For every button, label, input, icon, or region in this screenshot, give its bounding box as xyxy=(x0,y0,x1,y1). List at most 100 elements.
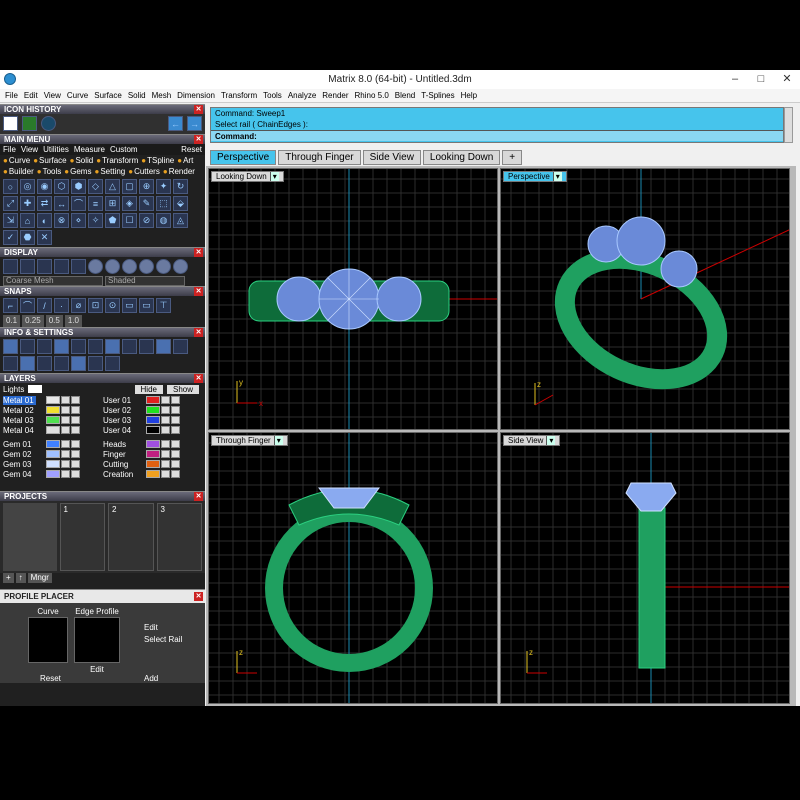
layer-lock-icon[interactable] xyxy=(71,426,80,434)
layer-row[interactable]: Heads xyxy=(100,439,200,449)
project-slot[interactable]: 2 xyxy=(108,503,154,571)
info-icon[interactable] xyxy=(105,339,120,354)
edit-menu-item[interactable]: Edit xyxy=(144,623,200,632)
menu-rhino-5-0[interactable]: Rhino 5.0 xyxy=(355,89,389,102)
chevron-down-icon[interactable]: ▾ xyxy=(546,436,556,445)
tool-icon[interactable]: ⤢ xyxy=(3,196,18,211)
category-render[interactable]: Render xyxy=(163,167,195,176)
show-button[interactable]: Show xyxy=(166,384,199,394)
snap-icon[interactable]: ⌒ xyxy=(20,298,35,313)
category-cutters[interactable]: Cutters xyxy=(128,167,160,176)
layer-row[interactable]: Gem 03 xyxy=(0,459,100,469)
snap-icon[interactable]: ⊡ xyxy=(88,298,103,313)
menu-surface[interactable]: Surface xyxy=(94,89,122,102)
project-scroll[interactable] xyxy=(3,503,57,571)
display-mode-icon[interactable] xyxy=(139,259,154,274)
layer-row[interactable]: Gem 02 xyxy=(0,449,100,459)
menu-tools[interactable]: Tools xyxy=(263,89,282,102)
layer-color-swatch[interactable] xyxy=(46,396,60,404)
info-icon[interactable] xyxy=(139,339,154,354)
green-cube-icon[interactable] xyxy=(22,116,37,131)
layer-color-swatch[interactable] xyxy=(146,396,160,404)
menu-blend[interactable]: Blend xyxy=(395,89,415,102)
add-tab-icon[interactable]: + xyxy=(502,150,523,165)
display-mode-icon[interactable] xyxy=(54,259,69,274)
layer-visible-icon[interactable] xyxy=(61,416,70,424)
tab-side-view[interactable]: Side View xyxy=(362,150,421,165)
layer-color-swatch[interactable] xyxy=(46,426,60,434)
layer-row[interactable]: Metal 04 xyxy=(0,425,100,435)
info-icon[interactable] xyxy=(3,356,18,371)
category-solid[interactable]: Solid xyxy=(70,156,93,165)
tool-icon[interactable]: ⬣ xyxy=(20,230,35,245)
layer-visible-icon[interactable] xyxy=(61,470,70,478)
layer-lock-icon[interactable] xyxy=(71,416,80,424)
info-icon[interactable] xyxy=(71,356,86,371)
menu-dimension[interactable]: Dimension xyxy=(177,89,215,102)
info-icon[interactable] xyxy=(3,339,18,354)
tool-icon[interactable]: ○ xyxy=(3,179,18,194)
layer-visible-icon[interactable] xyxy=(61,440,70,448)
layer-color-swatch[interactable] xyxy=(146,460,160,468)
layer-color-swatch[interactable] xyxy=(146,426,160,434)
tool-icon[interactable]: ⬢ xyxy=(71,179,86,194)
main-menu-file[interactable]: File xyxy=(3,145,16,154)
hide-button[interactable]: Hide xyxy=(134,384,163,394)
info-icon[interactable] xyxy=(71,339,86,354)
menu-help[interactable]: Help xyxy=(461,89,477,102)
info-icon[interactable] xyxy=(54,339,69,354)
close-icon[interactable]: ✕ xyxy=(194,592,203,601)
tool-icon[interactable]: ✕ xyxy=(37,230,52,245)
layer-color-swatch[interactable] xyxy=(146,406,160,414)
tool-icon[interactable]: ⌒ xyxy=(71,196,86,211)
tool-icon[interactable]: ✓ xyxy=(3,230,18,245)
layer-color-swatch[interactable] xyxy=(46,416,60,424)
main-menu-custom[interactable]: Custom xyxy=(110,145,138,154)
layer-lock-icon[interactable] xyxy=(171,426,180,434)
lights-swatch[interactable] xyxy=(28,385,43,393)
tool-icon[interactable]: ⇲ xyxy=(3,213,18,228)
snap-value[interactable]: 0.5 xyxy=(45,315,63,327)
viewport-label[interactable]: Through Finger ▾ xyxy=(211,435,288,446)
category-tools[interactable]: Tools xyxy=(37,167,62,176)
layer-row[interactable]: User 03 xyxy=(100,415,200,425)
maximize-icon[interactable]: □ xyxy=(748,70,774,88)
display-mode-icon[interactable] xyxy=(20,259,35,274)
tool-icon[interactable]: ✎ xyxy=(139,196,154,211)
info-icon[interactable] xyxy=(173,339,188,354)
layer-lock-icon[interactable] xyxy=(71,460,80,468)
display-mode-icon[interactable] xyxy=(156,259,171,274)
minimize-icon[interactable]: – xyxy=(722,70,748,88)
tool-icon[interactable]: ↻ xyxy=(173,179,188,194)
add-project-icon[interactable]: + xyxy=(3,573,14,583)
layer-visible-icon[interactable] xyxy=(161,460,170,468)
snap-value[interactable]: 0.1 xyxy=(3,315,21,327)
info-icon[interactable] xyxy=(37,339,52,354)
snap-icon[interactable]: ⊤ xyxy=(156,298,171,313)
layer-visible-icon[interactable] xyxy=(61,426,70,434)
info-icon[interactable] xyxy=(88,356,103,371)
command-input[interactable]: Command: xyxy=(211,130,783,141)
tool-icon[interactable]: ✚ xyxy=(20,196,35,211)
tool-icon[interactable]: ≡ xyxy=(88,196,103,211)
layer-row[interactable]: Metal 01 xyxy=(0,395,100,405)
layer-row[interactable]: Creation xyxy=(100,469,200,479)
main-menu-utilities[interactable]: Utilities xyxy=(43,145,69,154)
layer-visible-icon[interactable] xyxy=(161,426,170,434)
tool-icon[interactable]: ◐ xyxy=(37,213,52,228)
viewport-looking-down[interactable]: y x Looking Down ▾ xyxy=(208,168,498,430)
menu-curve[interactable]: Curve xyxy=(67,89,88,102)
menu-analyze[interactable]: Analyze xyxy=(288,89,316,102)
chevron-down-icon[interactable]: ▾ xyxy=(269,172,279,181)
tool-icon[interactable]: ◬ xyxy=(173,213,188,228)
tab-through-finger[interactable]: Through Finger xyxy=(278,150,361,165)
layer-visible-icon[interactable] xyxy=(161,396,170,404)
tool-icon[interactable]: ✦ xyxy=(156,179,171,194)
viewport-label[interactable]: Side View ▾ xyxy=(503,435,561,446)
tool-icon[interactable]: ⇄ xyxy=(37,196,52,211)
tool-icon[interactable]: ◇ xyxy=(88,179,103,194)
menu-file[interactable]: File xyxy=(5,89,18,102)
tab-looking-down[interactable]: Looking Down xyxy=(422,150,501,165)
tool-icon[interactable]: ☐ xyxy=(122,213,137,228)
layer-color-swatch[interactable] xyxy=(146,470,160,478)
